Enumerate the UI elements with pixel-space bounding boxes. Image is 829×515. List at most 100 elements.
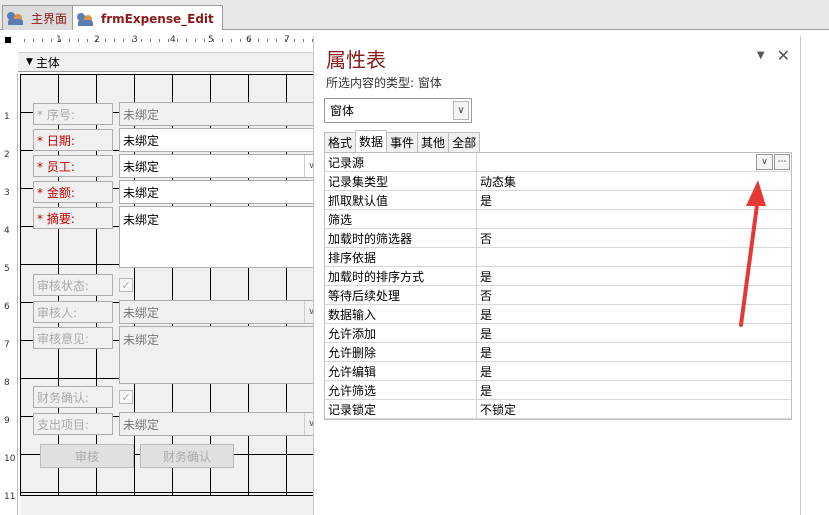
textbox-date[interactable]: 未绑定 [119,128,319,152]
label-auditor[interactable]: 审核人: [33,301,113,323]
property-name: 排序依据 [325,248,477,266]
combobox-expense-item[interactable]: 未绑定 ∨ [119,412,319,436]
chevron-down-icon[interactable]: ∨ [756,154,773,170]
ruler-number: 6 [4,302,10,312]
document-tab-bar: 主界面 frmExpense_Edit [0,0,829,31]
label-audit-status[interactable]: 审核状态: [33,274,113,296]
tab-main-screen[interactable]: 主界面 [2,5,77,30]
property-value[interactable]: 动态集 [477,172,791,190]
pane-menu-icon[interactable]: ▼ [757,50,765,61]
ruler-number: 1 [56,35,62,45]
property-value[interactable]: 是 [477,267,791,285]
textbox-amount[interactable]: 未绑定 [119,180,319,204]
check-icon: ✓ [121,390,131,404]
ruler-number: 4 [4,226,10,236]
property-name: 加载时的排序方式 [325,267,477,285]
property-name: 数据输入 [325,305,477,323]
close-icon[interactable]: ✕ [777,46,790,65]
ruler-number: 1 [4,112,10,122]
check-icon: ✓ [121,278,131,292]
property-row-record-source[interactable]: 记录源 ∨ ⋯ [325,153,791,172]
label-amount[interactable]: * 金额: [33,181,113,203]
textbox-audit-opinion[interactable]: 未绑定 [119,326,319,384]
property-name: 记录锁定 [325,400,477,418]
ruler-number: 4 [170,35,176,45]
audit-button[interactable]: 审核 [40,444,134,468]
label-expense-item[interactable]: 支出项目: [33,413,113,435]
label-finance-confirm[interactable]: 财务确认: [33,386,113,408]
property-value[interactable] [477,248,791,266]
label-employee[interactable]: * 员工: [33,155,113,177]
property-sheet-title: 属性表 [326,48,386,72]
property-row[interactable]: 抓取默认值 是 [325,191,791,210]
tab-format[interactable]: 格式 [324,132,357,152]
property-value[interactable]: 不锁定 [477,400,791,418]
property-row[interactable]: 排序依据 [325,248,791,267]
property-row[interactable]: 筛选 [325,210,791,229]
combobox-auditor[interactable]: 未绑定 ∨ [119,300,319,324]
object-selector[interactable]: 窗体 ∨ [324,98,472,123]
section-arrow-icon: ▼ [26,57,33,67]
property-row[interactable]: 允许编辑 是 [325,362,791,381]
ruler-number: 5 [208,35,214,45]
label-date[interactable]: * 日期: [33,129,113,151]
property-row[interactable]: 加载时的排序方式 是 [325,267,791,286]
tab-other[interactable]: 其他 [417,132,450,152]
tab-event[interactable]: 事件 [386,132,419,152]
property-value[interactable]: 是 [477,381,791,399]
property-name: 允许筛选 [325,381,477,399]
property-row[interactable]: 记录集类型 动态集 [325,172,791,191]
tab-frmexpense-edit[interactable]: frmExpense_Edit [72,5,223,31]
label-summary[interactable]: * 摘要: [33,207,113,229]
property-row[interactable]: 等待后续处理 否 [325,286,791,305]
textbox-seq[interactable]: 未绑定 [119,102,319,126]
property-value[interactable]: 否 [477,286,791,304]
ruler-number: 2 [4,150,10,160]
property-name: 允许添加 [325,324,477,342]
pane-controls: ▼ ✕ [757,46,790,65]
ruler-number: 5 [4,264,10,274]
property-value[interactable]: 是 [477,343,791,361]
ruler-number: 7 [4,340,10,350]
property-value[interactable]: 是 [477,305,791,323]
finance-confirm-button[interactable]: 财务确认 [140,444,234,468]
label-audit-opinion[interactable]: 审核意见: [33,327,113,349]
tab-all[interactable]: 全部 [448,132,481,152]
form-icon [7,10,25,26]
property-row[interactable]: 允许删除 是 [325,343,791,362]
property-name: 记录集类型 [325,172,477,190]
property-row[interactable]: 允许筛选 是 [325,381,791,400]
ruler-number: 7 [284,35,290,45]
property-value[interactable]: 是 [477,324,791,342]
property-row[interactable]: 允许添加 是 [325,324,791,343]
design-grid[interactable]: * 序号: 未绑定 * 日期: 未绑定 * 员工: 未绑定 ∨ * 金额: 未绑… [20,74,319,515]
property-value[interactable]: 是 [477,191,791,209]
combobox-employee[interactable]: 未绑定 ∨ [119,154,319,178]
checkbox-finance-confirm[interactable]: ✓ [119,390,133,404]
property-grid: 记录源 ∨ ⋯ 记录集类型 动态集 抓取默认值 是 筛选 加载时的筛选器 否 排… [324,152,792,420]
label-seq[interactable]: * 序号: [33,103,113,125]
property-value[interactable] [477,210,791,228]
builder-ellipsis-button[interactable]: ⋯ [774,154,790,170]
combobox-value: 未绑定 [123,305,160,320]
property-name: 允许删除 [325,343,477,361]
property-row[interactable]: 数据输入 是 [325,305,791,324]
tab-label: frmExpense_Edit [101,11,214,26]
property-name: 筛选 [325,210,477,228]
property-sheet-pane: 属性表 ▼ ✕ 所选内容的类型: 窗体 窗体 ∨ 格式 数据 事件 其他 全部 … [313,36,801,515]
selected-object: 窗体 [330,104,355,118]
property-row[interactable]: 加载时的筛选器 否 [325,229,791,248]
chevron-down-icon[interactable]: ∨ [453,101,469,120]
property-value[interactable]: ∨ ⋯ [477,153,791,171]
selection-type: 所选内容的类型: 窗体 [326,76,442,90]
textbox-summary[interactable]: 未绑定 [119,206,319,268]
property-tabs: 格式 数据 事件 其他 全部 [324,130,481,152]
property-value[interactable]: 是 [477,362,791,380]
ruler-number: 3 [132,35,138,45]
property-value[interactable]: 否 [477,229,791,247]
ruler-select-form-box[interactable] [0,32,16,48]
form-icon [77,11,95,27]
checkbox-audit-status[interactable]: ✓ [119,278,133,292]
tab-data[interactable]: 数据 [355,130,388,152]
property-row[interactable]: 记录锁定 不锁定 [325,400,791,419]
